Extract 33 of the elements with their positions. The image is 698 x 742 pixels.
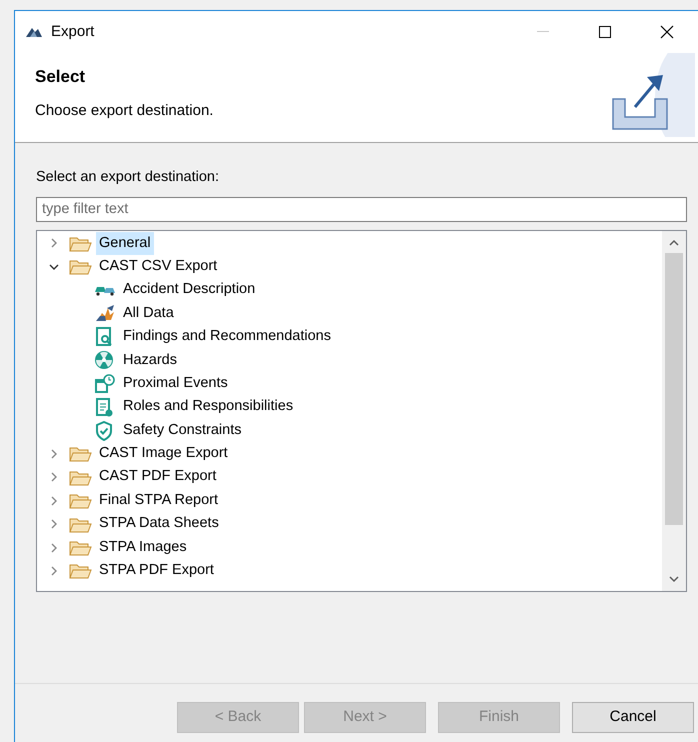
window-title: Export	[51, 22, 94, 42]
cancel-button[interactable]: Cancel	[572, 702, 694, 732]
scrollbar[interactable]	[662, 230, 686, 591]
expand-icon[interactable]	[49, 238, 59, 248]
tree-item[interactable]: Hazards	[120, 348, 180, 372]
expand-icon[interactable]	[49, 566, 59, 576]
page-title: Select	[35, 66, 86, 88]
tree-item[interactable]: Accident Description	[120, 278, 258, 302]
tree-item[interactable]: Final STPA Report	[96, 488, 222, 513]
expand-icon[interactable]	[49, 542, 59, 553]
tree-item[interactable]: Roles and Responsibilities	[120, 395, 296, 420]
expand-icon[interactable]	[49, 519, 59, 530]
tree-item[interactable]: STPA PDF Export	[96, 559, 217, 583]
calendar-icon	[94, 374, 116, 394]
tree-item[interactable]: Proximal Events	[120, 372, 231, 396]
tree-item[interactable]: General	[96, 232, 154, 256]
filter-field[interactable]: type filter text	[36, 196, 687, 222]
collision-icon	[94, 304, 116, 324]
expand-icon[interactable]	[49, 472, 59, 482]
expand-icon[interactable]	[49, 496, 59, 506]
collapse-icon[interactable]	[49, 262, 59, 272]
tree-item[interactable]: STPA Images	[96, 536, 190, 560]
page-description: Choose export destination.	[35, 100, 214, 120]
tree-item[interactable]: All Data	[120, 302, 177, 326]
tree-item[interactable]: CAST CSV Export	[96, 254, 220, 279]
radiation-icon	[94, 350, 116, 370]
tree-item[interactable]: Findings and Recommendations	[120, 325, 334, 349]
tree-item[interactable]: CAST Image Export	[96, 442, 231, 466]
tree-item[interactable]: Safety Constraints	[120, 418, 244, 442]
tree-item[interactable]: STPA Data Sheets	[96, 512, 222, 536]
expand-icon[interactable]	[49, 448, 59, 459]
tree-item[interactable]: CAST PDF Export	[96, 465, 220, 490]
filter-label: Select an export destination:	[36, 168, 220, 187]
